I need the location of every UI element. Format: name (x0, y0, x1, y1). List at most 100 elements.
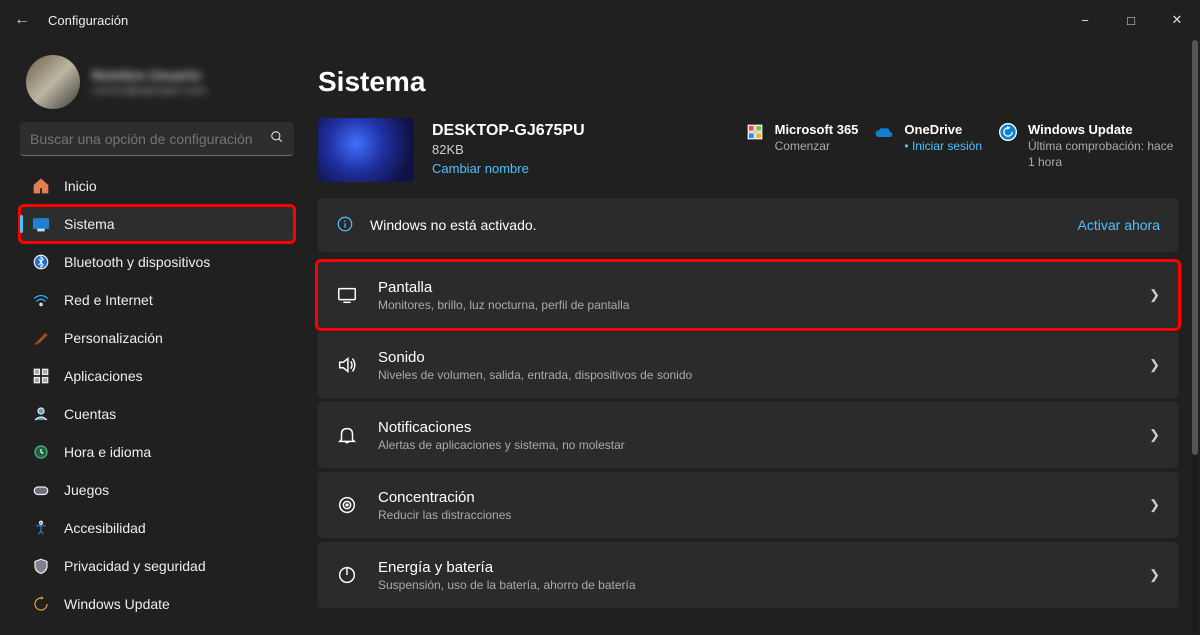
minimize-button[interactable]: − (1062, 0, 1108, 40)
scrollbar[interactable] (1192, 40, 1198, 633)
device-row: DESKTOP-GJ675PU 82KB Cambiar nombre Micr… (318, 118, 1178, 182)
brush-icon (32, 329, 50, 347)
focus-icon (336, 494, 358, 516)
card-sub: Niveles de volumen, salida, entrada, dis… (378, 368, 1129, 382)
sidebar-item-update[interactable]: Windows Update (20, 586, 294, 622)
rename-link[interactable]: Cambiar nombre (432, 161, 622, 176)
accessibility-icon (32, 519, 50, 537)
scrollbar-thumb[interactable] (1192, 40, 1198, 455)
sidebar-item-label: Privacidad y seguridad (64, 558, 206, 574)
sidebar-item-sistema[interactable]: Sistema (20, 206, 294, 242)
device-thumbnail (318, 118, 414, 182)
activation-banner: Windows no está activado. Activar ahora (318, 198, 1178, 252)
system-icon (32, 215, 50, 233)
page-heading: Sistema (318, 66, 1178, 98)
wifi-icon (32, 291, 50, 309)
sidebar-item-bluetooth[interactable]: Bluetooth y dispositivos (20, 244, 294, 280)
sidebar-item-label: Sistema (64, 216, 115, 232)
onedrive-icon (874, 122, 894, 142)
card-title: Concentración (378, 489, 1129, 506)
close-button[interactable]: ✕ (1154, 0, 1200, 40)
sidebar-item-inicio[interactable]: Inicio (20, 168, 294, 204)
sidebar-item-juegos[interactable]: Juegos (20, 472, 294, 508)
sidebar-item-label: Inicio (64, 178, 97, 194)
sidebar-item-privacidad[interactable]: Privacidad y seguridad (20, 548, 294, 584)
onedrive-title: OneDrive (904, 122, 982, 137)
content-area: Sistema DESKTOP-GJ675PU 82KB Cambiar nom… (302, 40, 1200, 635)
profile-name: Nombre Usuario (92, 67, 206, 83)
activation-action[interactable]: Activar ahora (1078, 217, 1160, 233)
sidebar: Nombre Usuario correo@ejemplo.com Inicio… (6, 40, 302, 635)
update-icon (32, 595, 50, 613)
sidebar-item-accesibilidad[interactable]: Accesibilidad (20, 510, 294, 546)
bell-icon (336, 424, 358, 446)
back-button[interactable]: ← (14, 11, 30, 29)
sidebar-item-label: Bluetooth y dispositivos (64, 254, 210, 270)
card-title: Notificaciones (378, 419, 1129, 436)
sidebar-item-red[interactable]: Red e Internet (20, 282, 294, 318)
cloud-update[interactable]: Windows Update Última comprobación: hace… (998, 122, 1178, 170)
chevron-right-icon: ❯ (1149, 427, 1160, 443)
m365-title: Microsoft 365 (775, 122, 859, 137)
cloud-onedrive[interactable]: OneDrive Iniciar sesión (874, 122, 982, 170)
info-icon (336, 215, 354, 236)
avatar (26, 55, 80, 109)
device-name: DESKTOP-GJ675PU (432, 122, 622, 140)
winupdate-icon (998, 122, 1018, 142)
sidebar-item-label: Windows Update (64, 596, 170, 612)
apps-icon (32, 367, 50, 385)
sidebar-item-cuentas[interactable]: Cuentas (20, 396, 294, 432)
search-input[interactable] (30, 131, 262, 147)
shield-icon (32, 557, 50, 575)
card-energia[interactable]: Energía y batería Suspensión, uso de la … (318, 542, 1178, 608)
sidebar-item-label: Cuentas (64, 406, 116, 422)
profile-block[interactable]: Nombre Usuario correo@ejemplo.com (20, 46, 294, 118)
card-sonido[interactable]: Sonido Niveles de volumen, salida, entra… (318, 332, 1178, 398)
clock-icon (32, 443, 50, 461)
onedrive-sub[interactable]: Iniciar sesión (904, 139, 982, 155)
maximize-button[interactable]: □ (1108, 0, 1154, 40)
accounts-icon (32, 405, 50, 423)
card-title: Energía y batería (378, 559, 1129, 576)
sidebar-item-label: Hora e idioma (64, 444, 151, 460)
chevron-right-icon: ❯ (1149, 357, 1160, 373)
window-controls: − □ ✕ (1062, 0, 1200, 40)
card-title: Sonido (378, 349, 1129, 366)
m365-icon (745, 122, 765, 142)
activation-msg: Windows no está activado. (370, 217, 537, 233)
bluetooth-icon (32, 253, 50, 271)
sidebar-item-label: Aplicaciones (64, 368, 143, 384)
card-sub: Alertas de aplicaciones y sistema, no mo… (378, 438, 1129, 452)
sidebar-item-label: Accesibilidad (64, 520, 146, 536)
card-notificaciones[interactable]: Notificaciones Alertas de aplicaciones y… (318, 402, 1178, 468)
winupdate-title: Windows Update (1028, 122, 1178, 137)
games-icon (32, 481, 50, 499)
app-title: Configuración (48, 13, 128, 28)
sound-icon (336, 354, 358, 376)
home-icon (32, 177, 50, 195)
power-icon (336, 564, 358, 586)
chevron-right-icon: ❯ (1149, 497, 1160, 513)
card-concentracion[interactable]: Concentración Reducir las distracciones … (318, 472, 1178, 538)
device-size: 82KB (432, 142, 622, 157)
profile-email: correo@ejemplo.com (92, 83, 206, 97)
search-box[interactable] (20, 122, 294, 156)
m365-sub: Comenzar (775, 139, 859, 155)
cloud-m365[interactable]: Microsoft 365 Comenzar (745, 122, 859, 170)
chevron-right-icon: ❯ (1149, 287, 1160, 303)
sidebar-item-aplicaciones[interactable]: Aplicaciones (20, 358, 294, 394)
display-icon (336, 284, 358, 306)
chevron-right-icon: ❯ (1149, 567, 1160, 583)
card-title: Pantalla (378, 279, 1129, 296)
search-icon (270, 130, 284, 147)
card-sub: Monitores, brillo, luz nocturna, perfil … (378, 298, 1129, 312)
sidebar-item-hora[interactable]: Hora e idioma (20, 434, 294, 470)
titlebar: ← Configuración − □ ✕ (0, 0, 1200, 40)
card-sub: Reducir las distracciones (378, 508, 1129, 522)
sidebar-item-personalizacion[interactable]: Personalización (20, 320, 294, 356)
sidebar-item-label: Red e Internet (64, 292, 153, 308)
card-sub: Suspensión, uso de la batería, ahorro de… (378, 578, 1129, 592)
sidebar-item-label: Personalización (64, 330, 163, 346)
card-pantalla[interactable]: Pantalla Monitores, brillo, luz nocturna… (318, 262, 1178, 328)
sidebar-item-label: Juegos (64, 482, 109, 498)
